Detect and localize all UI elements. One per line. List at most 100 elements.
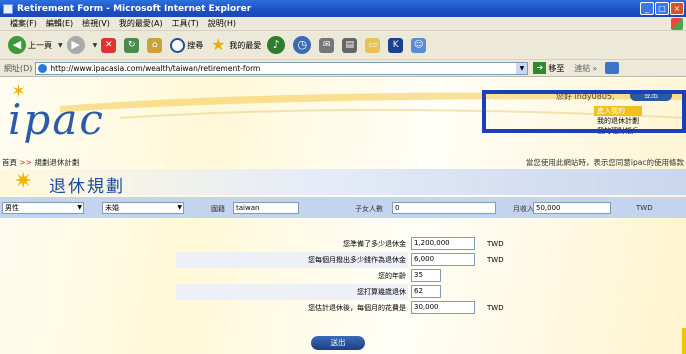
age-input[interactable]: 35 <box>411 269 441 282</box>
form-row-age: 您的年齡 35 <box>0 268 686 284</box>
stop-button[interactable]: ✕ <box>101 37 118 53</box>
address-url: http://www.ipacasia.com/wealth/taiwan/re… <box>50 63 261 73</box>
go-arrow-icon: ➔ <box>533 62 547 74</box>
print-button[interactable]: ▤ <box>342 37 359 53</box>
forward-button[interactable]: ▶ <box>66 36 87 54</box>
savings-label: 您準備了多少退休金 <box>343 240 406 248</box>
ie-icon <box>3 3 13 14</box>
breadcrumb-separator: >> <box>19 158 32 167</box>
chevron-right-icon: » <box>592 63 598 73</box>
windows-flag-icon <box>671 18 683 30</box>
back-button[interactable]: ◀ 上一頁 <box>8 36 52 54</box>
go-label: 移至 <box>548 63 565 73</box>
links-label: 連結 <box>574 63 591 73</box>
income-input[interactable]: 50,000 <box>533 202 611 214</box>
favorites-button[interactable]: ★ 我的最愛 <box>209 36 261 54</box>
forward-dropdown-icon[interactable]: ▼ <box>93 42 98 49</box>
home-button[interactable]: ⌂ <box>147 37 164 53</box>
back-arrow-icon: ◀ <box>8 36 26 54</box>
breadcrumb-current: 規劃退休計劃 <box>34 158 80 167</box>
window-title: Retirement Form - Microsoft Internet Exp… <box>17 3 252 14</box>
back-dropdown-icon[interactable]: ▼ <box>58 42 63 49</box>
retire-age-label: 您打算幾歲退休 <box>357 288 406 296</box>
breadcrumb-home[interactable]: 首頁 <box>2 158 17 167</box>
print-icon: ▤ <box>342 37 358 53</box>
forward-arrow-icon: ▶ <box>66 36 85 54</box>
web-page: ✶ ipac 您好 indy0805, 登出 進入我的 我的退休計劃 我的理財帳… <box>0 78 686 354</box>
gender-select[interactable]: 男性 ▼ <box>2 202 84 214</box>
search-label: 搜尋 <box>187 40 204 50</box>
media-button[interactable]: ♪ <box>267 36 287 54</box>
income-currency: TWD <box>636 204 653 212</box>
monthly-contribution-unit: TWD <box>487 256 504 264</box>
address-label: 網址(D) <box>4 63 33 73</box>
submit-button[interactable]: 送出 <box>311 336 365 350</box>
country-label: 國籍 <box>211 205 225 213</box>
marital-select[interactable]: 未婚 ▼ <box>102 202 184 214</box>
terms-notice[interactable]: 當您使用此網站時，表示您同意ipac的使用條款 <box>526 157 684 168</box>
window-title-bar: Retirement Form - Microsoft Internet Exp… <box>0 0 686 17</box>
refresh-button[interactable]: ↻ <box>124 37 141 53</box>
form-row-savings: 您準備了多少退休金 1,200,000 TWD <box>0 236 686 252</box>
monthly-contribution-label: 您每個月撥出多少錢作為退休金 <box>308 256 406 264</box>
stop-icon: ✕ <box>101 37 117 53</box>
toolbar: ◀ 上一頁 ▼ ▶ ▼ ✕ ↻ ⌂ 搜尋 ★ 我的最愛 ♪ ◷ ✉ ▤ ▭ K … <box>0 31 686 60</box>
refresh-icon: ↻ <box>124 37 140 53</box>
gender-value: 男性 <box>5 204 19 212</box>
page-title: 退休規劃 <box>49 177 125 197</box>
links-button[interactable]: 連結» <box>574 63 597 74</box>
children-label: 子女人數 <box>355 205 383 213</box>
mail-button[interactable]: ✉ <box>319 37 336 53</box>
chevron-down-icon: ▼ <box>77 204 82 211</box>
media-icon: ♪ <box>267 36 286 54</box>
go-button[interactable]: ➔ 移至 <box>533 62 564 74</box>
folder-icon: ▭ <box>365 37 381 53</box>
close-icon[interactable]: × <box>670 2 684 15</box>
search-button[interactable]: 搜尋 <box>170 37 204 53</box>
search-icon <box>170 37 186 53</box>
messenger-button[interactable]: ☺ <box>411 37 428 53</box>
research-icon: K <box>388 37 404 53</box>
extension-icon[interactable] <box>605 62 620 74</box>
menu-file[interactable]: 檔案(F) <box>10 18 37 29</box>
retirement-expense-unit: TWD <box>487 304 504 312</box>
menu-tools[interactable]: 工具(T) <box>172 18 199 29</box>
menu-bar: 檔案(F) 編輯(E) 檢視(V) 我的最愛(A) 工具(T) 說明(H) <box>0 17 686 31</box>
address-input[interactable]: http://www.ipacasia.com/wealth/taiwan/re… <box>35 61 529 75</box>
scroll-indicator[interactable] <box>682 328 686 354</box>
form-row-monthly-contribution: 您每個月撥出多少錢作為退休金 6,000 TWD <box>0 252 686 268</box>
menu-edit[interactable]: 編輯(E) <box>46 18 73 29</box>
menu-favorites[interactable]: 我的最愛(A) <box>119 18 163 29</box>
mail-icon: ✉ <box>319 37 335 53</box>
country-input[interactable]: taiwan <box>233 202 299 214</box>
window-controls: _ □ × <box>640 2 684 15</box>
retire-age-input[interactable]: 62 <box>411 285 441 298</box>
folder-button[interactable]: ▭ <box>365 37 382 53</box>
history-button[interactable]: ◷ <box>293 36 313 54</box>
star-icon: ✷ <box>14 169 33 194</box>
address-dropdown-icon[interactable]: ▼ <box>516 62 528 74</box>
monthly-contribution-input[interactable]: 6,000 <box>411 253 475 266</box>
form-row-retirement-expense: 您估計退休後，每個月的花費是 30,000 TWD <box>0 300 686 316</box>
ipac-logo[interactable]: ipac <box>8 99 105 141</box>
history-icon: ◷ <box>293 36 312 54</box>
maximize-icon[interactable]: □ <box>655 2 669 15</box>
page-icon <box>38 63 48 73</box>
savings-unit: TWD <box>487 240 504 248</box>
retirement-expense-label: 您估計退休後，每個月的花費是 <box>308 304 406 312</box>
children-input[interactable]: 0 <box>392 202 496 214</box>
chevron-down-icon: ▼ <box>177 204 182 211</box>
menu-help[interactable]: 說明(H) <box>208 18 236 29</box>
minimize-icon[interactable]: _ <box>640 2 654 15</box>
address-bar: 網址(D) http://www.ipacasia.com/wealth/tai… <box>0 60 686 77</box>
savings-input[interactable]: 1,200,000 <box>411 237 475 250</box>
back-label: 上一頁 <box>28 40 52 50</box>
income-label: 月收入 <box>513 205 534 213</box>
annotation-highlight-box <box>482 90 686 133</box>
menu-view[interactable]: 檢視(V) <box>82 18 110 29</box>
research-button[interactable]: K <box>388 37 405 53</box>
home-icon: ⌂ <box>147 37 163 53</box>
retirement-expense-input[interactable]: 30,000 <box>411 301 475 314</box>
breadcrumb: 首頁 >> 規劃退休計劃 <box>2 157 79 168</box>
form-row-retire-age: 您打算幾歲退休 62 <box>0 284 686 300</box>
